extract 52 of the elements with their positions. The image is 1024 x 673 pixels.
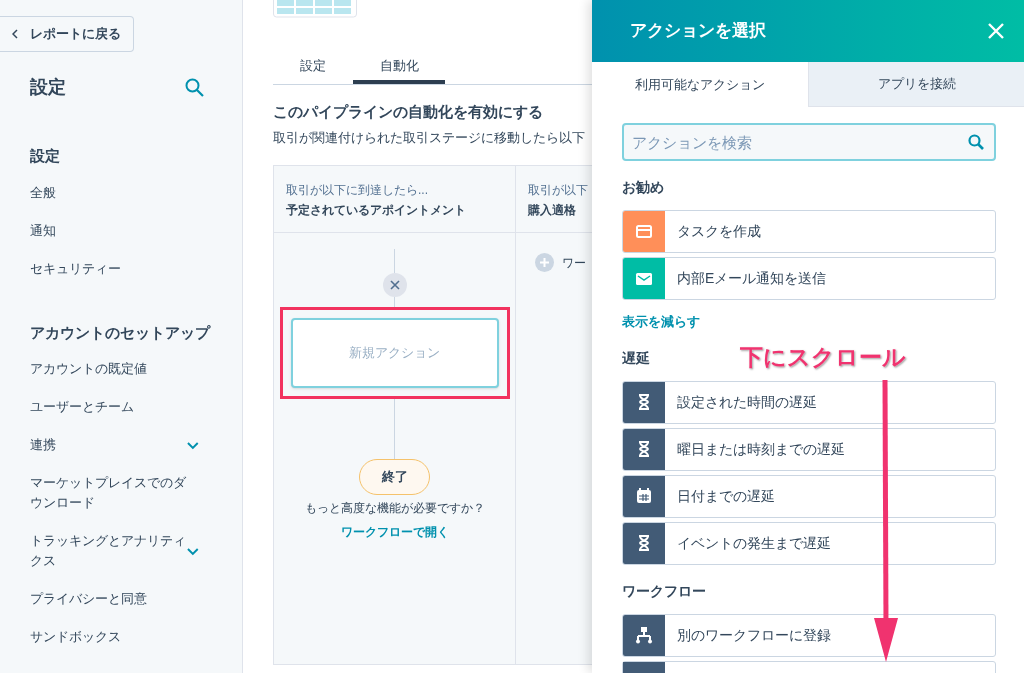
remove-icon[interactable] [382,273,407,297]
tab[interactable]: アプリを接続 [808,62,1024,107]
chevron-down-icon [186,546,200,556]
sidebar-item[interactable]: プライバシーと同意 [30,589,190,609]
table-icon [273,0,357,18]
sidebar-item[interactable]: マーケットプレイスでのダウンロード [30,473,190,513]
action-card[interactable]: 別のワークフローに登録 [622,613,996,657]
sidebar-item[interactable]: アカウントの既定値 [30,359,190,379]
search-icon[interactable] [185,78,204,97]
annotation-text: 下にスクロール [740,343,906,372]
chevron-down-icon [186,440,200,450]
action-card[interactable]: 設定された時間の遅延 [622,380,996,424]
panel-title: アクションを選択 [630,20,766,43]
sidebar-item[interactable]: 通知 [30,220,190,241]
description-text: 取引が関連付けられた取引ステージに移動したら以下 [273,128,586,147]
section-heading: このパイプラインの自動化を有効にする [273,102,544,122]
tab[interactable]: 設定 [273,48,353,84]
workflow-link[interactable]: ワークフローで開く [340,523,449,541]
sidebar-item[interactable]: 全般 [30,182,190,203]
action-card[interactable]: 内部Eメール通知を送信 [622,257,996,300]
search-icon [968,134,984,150]
hint-text: もっと高度な機能が必要ですか？ [304,500,485,517]
group-heading: お勧め [622,178,664,197]
end-node: 終了 [359,459,430,495]
action-card[interactable]: 日付までの遅延 [622,474,996,518]
task-icon [635,222,653,241]
sidebar-item[interactable]: ユーザーとチーム [30,397,190,417]
sidebar-item[interactable]: サンドボックス [30,627,190,647]
back-button[interactable]: レポートに戻る [0,16,134,52]
search-field[interactable]: アクションを検索 [622,123,996,161]
action-card[interactable]: 曜日または時刻までの遅延 [622,427,996,471]
section-heading: 設定 [29,146,61,166]
sidebar-title: 設定 [30,76,66,99]
action-card[interactable]: タスクを作成 [622,210,996,253]
workflow-icon [635,626,653,644]
sidebar-item[interactable]: トラッキングとアナリティクス [30,531,187,571]
action-card[interactable]: イベントの発生まで遅延 [622,521,996,565]
stage-name: 購入適格 [528,202,577,219]
sidebar-item[interactable]: 連携 [30,435,187,455]
stage-name: 予定されているアポイントメント [286,202,467,219]
column-caption: 取引が以下に到達したら... [286,182,429,199]
calendar-icon [635,487,653,505]
add-workflow-link[interactable]: ワー [562,253,586,272]
tab[interactable]: 自動化 [353,48,445,84]
group-heading: ワークフロー [622,581,706,601]
close-icon[interactable] [988,23,1004,39]
group-heading: 遅延 [622,348,650,368]
chevron-left-icon [12,29,18,39]
section-heading: アカウントのセットアップ [29,322,212,343]
sidebar-item[interactable]: セキュリティー [30,258,190,279]
column-caption: 取引が以下 [528,182,589,199]
show-less-link[interactable]: 表示を減らす [622,312,996,332]
